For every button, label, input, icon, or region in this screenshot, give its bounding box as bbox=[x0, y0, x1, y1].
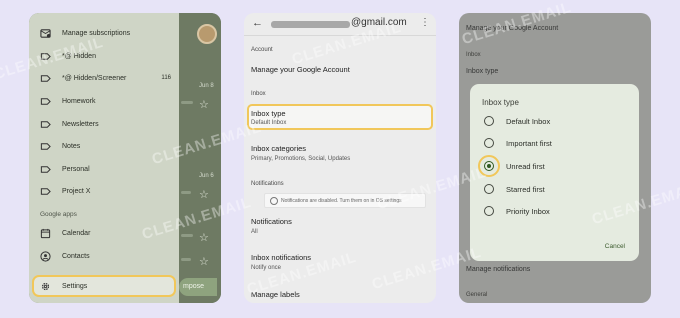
contacts-icon bbox=[40, 251, 51, 262]
option-default-inbox[interactable]: Default Inbox bbox=[470, 112, 639, 130]
settings-topbar: ← @gmail.com ⋮ bbox=[244, 13, 436, 35]
option-label: Unread first bbox=[506, 162, 545, 171]
inbox-type-title: Inbox type bbox=[251, 109, 286, 118]
section-notifications: Notifications bbox=[251, 181, 284, 187]
star-icon: ☆ bbox=[199, 256, 209, 268]
more-options-icon[interactable]: ⋮ bbox=[420, 17, 430, 28]
option-label: Default Inbox bbox=[506, 117, 551, 126]
drawer-item-hidden-screener[interactable]: *@ Hidden/Screener 116 bbox=[29, 68, 179, 88]
section-google-apps: Google apps bbox=[40, 211, 77, 218]
option-starred-first[interactable]: Starred first bbox=[470, 180, 639, 198]
drawer-item-settings[interactable]: Settings bbox=[29, 276, 179, 296]
inbox-notifications-value: Notify once bbox=[251, 265, 282, 271]
option-label: Priority Inbox bbox=[506, 207, 550, 216]
option-label: Starred first bbox=[506, 185, 545, 194]
drawer-item-label: Homework bbox=[62, 97, 96, 105]
drawer-item-newsletters[interactable]: Newsletters bbox=[29, 114, 179, 134]
gear-icon bbox=[41, 282, 50, 291]
option-unread-first[interactable]: Unread first bbox=[470, 155, 639, 177]
option-label: Important first bbox=[506, 139, 552, 148]
section-inbox: Inbox bbox=[251, 91, 266, 97]
drawer-item-label: Personal bbox=[62, 165, 90, 173]
drawer-item-label: Project X bbox=[62, 187, 91, 195]
bg-manage-notifications: Manage notifications bbox=[466, 266, 531, 273]
radio-button[interactable] bbox=[484, 206, 494, 216]
redacted-username bbox=[271, 21, 350, 28]
drawer-item-homework[interactable]: Homework bbox=[29, 91, 179, 111]
cancel-button[interactable]: Cancel bbox=[605, 243, 625, 250]
section-account: Account bbox=[251, 47, 273, 53]
label-icon bbox=[40, 75, 51, 82]
label-icon bbox=[40, 143, 51, 150]
manage-subscriptions-icon bbox=[40, 29, 51, 38]
unread-count: 116 bbox=[161, 75, 171, 81]
star-icon: ☆ bbox=[199, 232, 209, 244]
label-icon bbox=[40, 98, 51, 105]
inbox-categories-value: Primary, Promotions, Social, Updates bbox=[251, 156, 351, 162]
radio-button[interactable] bbox=[484, 138, 494, 148]
info-icon bbox=[270, 197, 278, 205]
notifications-title[interactable]: Notifications bbox=[251, 217, 292, 226]
drawer-item-label: Settings bbox=[62, 282, 88, 290]
inbox-categories-title[interactable]: Inbox categories bbox=[251, 144, 306, 153]
option-important-first[interactable]: Important first bbox=[470, 134, 639, 152]
dialog-title: Inbox type bbox=[482, 98, 519, 107]
star-icon: ☆ bbox=[199, 189, 209, 201]
drawer-item-contacts[interactable]: Contacts bbox=[29, 246, 179, 266]
label-icon bbox=[40, 166, 51, 173]
compose-button[interactable]: mpose bbox=[179, 278, 217, 296]
drawer-item-manage-subscriptions[interactable]: Manage subscriptions bbox=[29, 23, 179, 43]
drawer-item-label: Calendar bbox=[62, 229, 91, 237]
radio-button[interactable] bbox=[484, 184, 494, 194]
bg-date: Jun 8 bbox=[199, 83, 214, 89]
bg-line bbox=[181, 258, 191, 261]
drawer-item-project-x[interactable]: Project X bbox=[29, 181, 179, 201]
star-icon: ☆ bbox=[199, 99, 209, 111]
inbox-type-dialog-screenshot: Manage your Google Account Inbox Inbox t… bbox=[459, 13, 651, 303]
bg-line bbox=[181, 234, 193, 237]
inbox-notifications-title[interactable]: Inbox notifications bbox=[251, 253, 311, 262]
bg-section-general: General bbox=[466, 292, 488, 298]
back-arrow-icon[interactable]: ← bbox=[252, 17, 263, 29]
drawer-item-label: *@ Hidden/Screener bbox=[62, 74, 127, 82]
bg-section-inbox: Inbox bbox=[466, 52, 481, 58]
bg-line bbox=[181, 101, 193, 104]
bg-line bbox=[181, 191, 191, 194]
notifications-value: All bbox=[251, 229, 258, 235]
avatar[interactable] bbox=[197, 24, 217, 44]
bg-inbox-type: Inbox type bbox=[466, 68, 499, 75]
bg-date: Jun 6 bbox=[199, 173, 214, 179]
drawer-item-label: Contacts bbox=[62, 252, 90, 260]
label-icon bbox=[40, 188, 51, 195]
drawer-item-label: Newsletters bbox=[62, 120, 99, 128]
inbox-type-dialog: Inbox type Default Inbox Important first… bbox=[470, 84, 639, 261]
radio-button[interactable] bbox=[484, 116, 494, 126]
drawer-item-label: Notes bbox=[62, 142, 81, 150]
label-icon bbox=[40, 121, 51, 128]
calendar-icon bbox=[40, 228, 51, 239]
